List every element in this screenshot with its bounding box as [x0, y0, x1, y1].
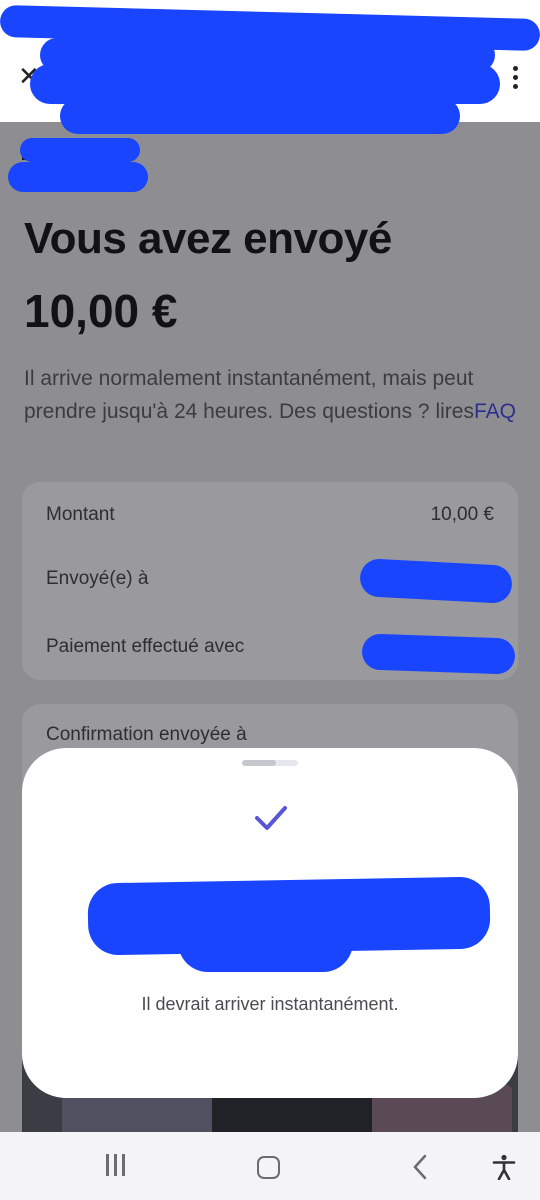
page-title: Vous avez envoyé [24, 214, 392, 263]
faq-link[interactable]: FAQ [474, 400, 516, 423]
redaction [8, 162, 148, 192]
drag-handle[interactable] [242, 760, 298, 766]
recents-icon[interactable] [106, 1154, 130, 1180]
info-text: Il arrive normalement instantanément, ma… [24, 367, 516, 423]
home-icon[interactable] [257, 1156, 280, 1179]
detail-label: Paiement effectué avec [46, 636, 245, 657]
redaction [60, 98, 460, 134]
redaction [178, 912, 353, 972]
sent-amount: 10,00 € [24, 285, 178, 337]
check-icon [255, 806, 287, 830]
more-vert-icon[interactable] [510, 66, 520, 94]
detail-value: 10,00 € [430, 504, 494, 525]
redaction [20, 138, 140, 162]
system-nav-bar [0, 1132, 540, 1200]
back-icon[interactable] [410, 1154, 432, 1180]
detail-label: Envoyé(e) à [46, 568, 149, 589]
sheet-message: Il devrait arriver instantanément. [141, 994, 399, 1014]
accessibility-icon[interactable] [492, 1154, 516, 1180]
redaction [361, 633, 516, 675]
confirmation-label: Confirmation envoyée à [46, 724, 247, 745]
detail-label: Montant [46, 504, 115, 525]
redaction [359, 558, 513, 604]
